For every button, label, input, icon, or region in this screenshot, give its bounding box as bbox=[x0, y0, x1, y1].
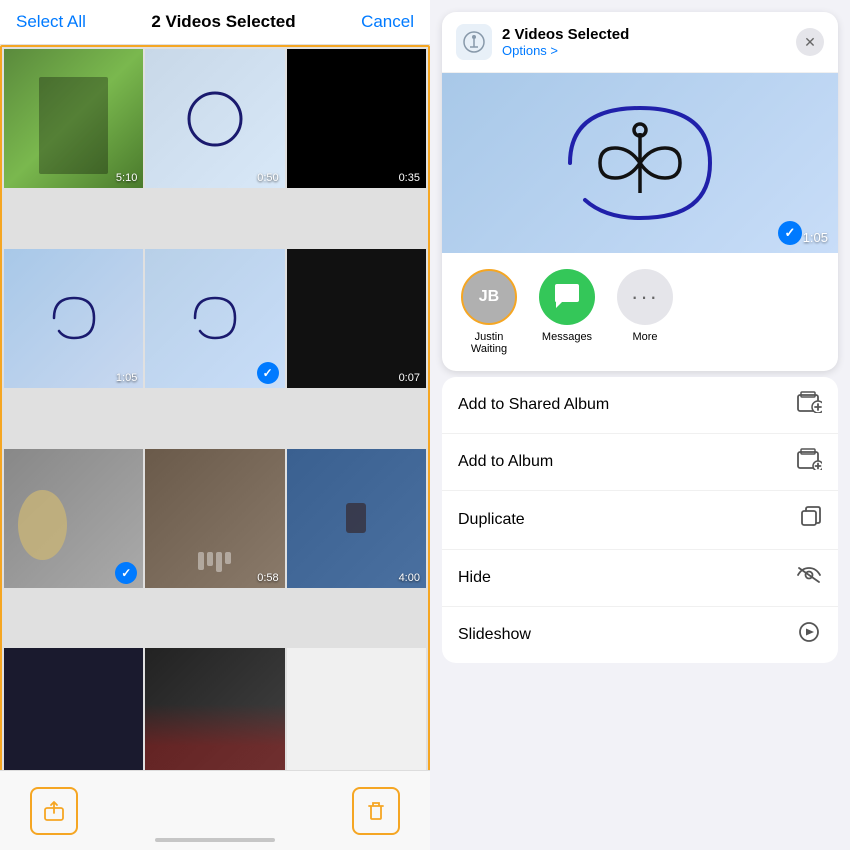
grid-cell-11[interactable]: 1:37 bbox=[145, 648, 284, 787]
album-svg bbox=[796, 448, 822, 470]
share-card: 2 Videos Selected Options > ✕ ✓ 1:05 bbox=[442, 12, 838, 371]
share-sheet-options[interactable]: Options > bbox=[502, 43, 796, 58]
share-card-title-group: 2 Videos Selected Options > bbox=[502, 26, 796, 58]
share-icon bbox=[43, 800, 65, 822]
hide-icon bbox=[796, 564, 822, 592]
grid-cell-4[interactable]: 1:05 bbox=[4, 249, 143, 388]
delete-button[interactable] bbox=[352, 787, 400, 835]
add-to-shared-album-action[interactable]: Add to Shared Album bbox=[442, 377, 838, 434]
album-icon bbox=[796, 448, 822, 476]
select-all-button[interactable]: Select All bbox=[16, 12, 86, 32]
duplicate-svg bbox=[798, 505, 822, 529]
grid-cell-10[interactable]: 0:24 bbox=[4, 648, 143, 787]
contact-avatar: JB bbox=[461, 269, 517, 325]
messages-icon bbox=[539, 269, 595, 325]
actions-list: Add to Shared Album Add to Album bbox=[442, 377, 838, 663]
selection-title: 2 Videos Selected bbox=[151, 12, 295, 32]
share-close-button[interactable]: ✕ bbox=[796, 28, 824, 56]
share-icons-row: JB JustinWaiting Messages ··· More bbox=[442, 253, 838, 371]
duplicate-action[interactable]: Duplicate bbox=[442, 491, 838, 550]
photos-header: Select All 2 Videos Selected Cancel bbox=[0, 0, 430, 45]
share-button[interactable] bbox=[30, 787, 78, 835]
slideshow-icon bbox=[796, 621, 822, 649]
grid-cell-6[interactable]: 0:07 bbox=[287, 249, 426, 388]
logo-svg-5 bbox=[180, 283, 250, 353]
grid-cell-5[interactable] bbox=[145, 249, 284, 388]
duration-9: 4:00 bbox=[399, 572, 420, 584]
photos-app-icon bbox=[462, 30, 486, 54]
selected-badge-5 bbox=[257, 362, 279, 384]
grid-cell-12 bbox=[287, 648, 426, 787]
home-indicator bbox=[155, 838, 275, 842]
add-to-shared-album-label: Add to Shared Album bbox=[458, 396, 609, 414]
duration-4: 1:05 bbox=[116, 372, 137, 384]
share-sheet-title: 2 Videos Selected bbox=[502, 26, 796, 43]
messages-share-item[interactable]: Messages bbox=[532, 269, 602, 355]
duration-2: 0:50 bbox=[257, 172, 278, 184]
share-panel: 2 Videos Selected Options > ✕ ✓ 1:05 bbox=[430, 0, 850, 850]
share-app-icon bbox=[456, 24, 492, 60]
duplicate-icon bbox=[798, 505, 822, 535]
shared-album-icon bbox=[796, 391, 822, 419]
more-share-item[interactable]: ··· More bbox=[610, 269, 680, 355]
messages-bubble-icon bbox=[552, 283, 582, 311]
hide-svg bbox=[796, 564, 822, 586]
share-preview: ✓ 1:05 bbox=[442, 73, 838, 253]
preview-logo-svg bbox=[540, 88, 740, 238]
contact-share-item[interactable]: JB JustinWaiting bbox=[454, 269, 524, 355]
duration-6: 0:07 bbox=[399, 372, 420, 384]
preview-check-badge: ✓ bbox=[778, 221, 802, 245]
add-to-album-action[interactable]: Add to Album bbox=[442, 434, 838, 491]
duration-8: 0:58 bbox=[257, 572, 278, 584]
grid-cell-7[interactable] bbox=[4, 449, 143, 588]
hide-action[interactable]: Hide bbox=[442, 550, 838, 607]
preview-duration: 1:05 bbox=[803, 230, 828, 245]
photos-panel: Select All 2 Videos Selected Cancel 5:10… bbox=[0, 0, 430, 850]
selected-badge-7 bbox=[115, 562, 137, 584]
cancel-button[interactable]: Cancel bbox=[361, 12, 414, 32]
slideshow-label: Slideshow bbox=[458, 626, 531, 644]
more-label: More bbox=[632, 331, 657, 343]
duration-1: 5:10 bbox=[116, 172, 137, 184]
messages-label: Messages bbox=[542, 331, 592, 343]
more-icon: ··· bbox=[617, 269, 673, 325]
contact-label: JustinWaiting bbox=[471, 331, 507, 355]
duration-3: 0:35 bbox=[399, 172, 420, 184]
shared-album-svg bbox=[796, 391, 822, 413]
trash-icon bbox=[365, 800, 387, 822]
add-to-album-label: Add to Album bbox=[458, 453, 553, 471]
slideshow-svg bbox=[796, 621, 822, 643]
grid-cell-2[interactable]: 0:50 bbox=[145, 49, 284, 188]
hide-label: Hide bbox=[458, 569, 491, 587]
grid-cell-9[interactable]: 4:00 bbox=[287, 449, 426, 588]
slideshow-action[interactable]: Slideshow bbox=[442, 607, 838, 663]
bottom-toolbar bbox=[0, 770, 430, 850]
logo-svg-4 bbox=[39, 283, 109, 353]
grid-cell-8[interactable]: 0:58 bbox=[145, 449, 284, 588]
grid-cell-3[interactable]: 0:35 bbox=[287, 49, 426, 188]
share-card-header: 2 Videos Selected Options > ✕ bbox=[442, 12, 838, 73]
duplicate-label: Duplicate bbox=[458, 511, 525, 529]
grid-cell-1[interactable]: 5:10 bbox=[4, 49, 143, 188]
